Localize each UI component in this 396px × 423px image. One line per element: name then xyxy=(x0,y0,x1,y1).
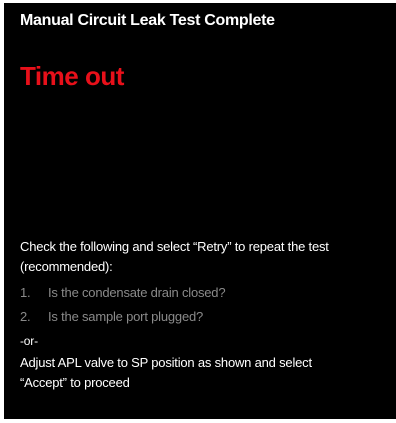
alternative-line-1: Adjust APL valve to SP position as shown… xyxy=(20,355,312,370)
checklist-item-number: 2. xyxy=(20,309,31,324)
or-separator: -or- xyxy=(20,334,38,348)
checklist-item: 1. Is the condensate drain closed? xyxy=(20,283,396,303)
leak-test-screen: Manual Circuit Leak Test Complete Time o… xyxy=(4,3,396,419)
instructions-section: Check the following and select “Retry” t… xyxy=(20,237,396,393)
instruction-line-1: Check the following and select “Retry” t… xyxy=(20,239,329,254)
checklist-item-text: Is the condensate drain closed? xyxy=(48,285,226,300)
instruction-line-2: (recommended): xyxy=(20,259,113,274)
status-message: Time out xyxy=(20,61,124,91)
checklist-item-number: 1. xyxy=(20,285,31,300)
checklist-item: 2. Is the sample port plugged? xyxy=(20,307,396,327)
screen-title: Manual Circuit Leak Test Complete xyxy=(20,12,275,29)
alternative-line-2: “Accept” to proceed xyxy=(20,375,130,390)
checklist-item-text: Is the sample port plugged? xyxy=(48,309,204,324)
checklist: 1. Is the condensate drain closed? 2. Is… xyxy=(20,283,396,327)
